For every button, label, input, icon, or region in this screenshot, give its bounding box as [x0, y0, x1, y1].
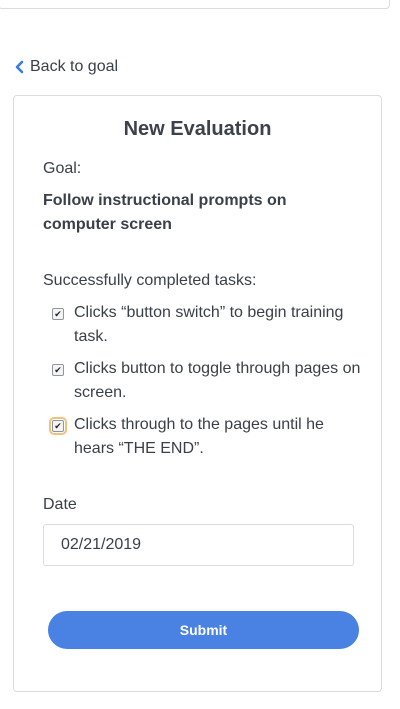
- task-item: ✔ Clicks “button switch” to begin traini…: [52, 301, 362, 349]
- task-checkbox[interactable]: ✔: [49, 417, 67, 435]
- goal-label: Goal:: [43, 160, 82, 177]
- back-to-goal-label: Back to goal: [30, 58, 119, 75]
- back-to-goal-link[interactable]: Back to goal: [14, 57, 118, 77]
- goal-text: Follow instructional prompts on computer…: [43, 192, 287, 233]
- top-frame: [0, 0, 390, 9]
- task-checkbox[interactable]: ✔: [52, 364, 64, 376]
- task-label: Clicks “button switch” to begin training…: [74, 304, 344, 345]
- page-title: New Evaluation: [123, 118, 272, 140]
- date-label: Date: [43, 496, 77, 513]
- task-label: Clicks through to the pages until he hea…: [74, 416, 324, 457]
- task-item: ✔ Clicks button to toggle through pages …: [52, 357, 362, 405]
- tasks-label: Successfully completed tasks:: [43, 272, 257, 289]
- chevron-left-icon: [14, 60, 26, 74]
- task-checkbox[interactable]: ✔: [52, 308, 64, 320]
- evaluation-card: New Evaluation Goal: Follow instructiona…: [13, 95, 382, 692]
- date-input[interactable]: 02/21/2019: [43, 524, 354, 566]
- task-label: Clicks button to toggle through pages on…: [74, 360, 361, 401]
- date-value: 02/21/2019: [61, 536, 142, 553]
- task-item: ✔ Clicks through to the pages until he h…: [49, 413, 362, 461]
- submit-button[interactable]: Submit: [48, 611, 359, 649]
